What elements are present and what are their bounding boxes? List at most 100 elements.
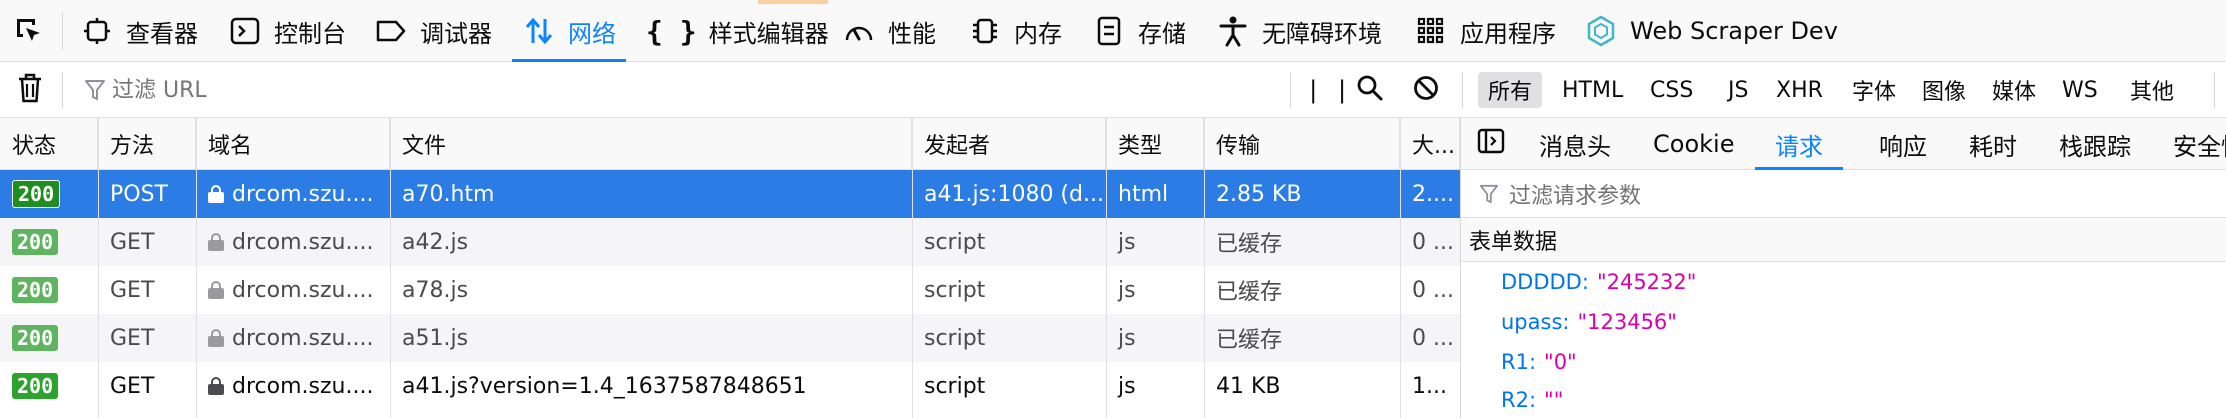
column-divider[interactable] [912,118,913,418]
lock-icon [208,185,224,203]
details-tab-response[interactable]: 响应 [1879,118,1927,170]
cell-domain: drcom.szu.... [196,314,390,362]
column-divider[interactable] [1106,118,1107,418]
cell-size: 2.... [1412,181,1454,207]
table-row[interactable]: 200 GET drcom.szu.... a41.js?version=1.4_16… [0,362,1460,410]
toggle-sidebar-button[interactable] [1477,118,1505,170]
memory-chip-icon [968,14,1002,48]
type-filter-html[interactable]: HTML [1552,72,1633,108]
element-picker-button[interactable] [12,0,58,62]
tab-storage-label: 存储 [1138,19,1186,48]
url-filter-input[interactable] [112,62,1262,118]
cell-file: a41.js?version=1.4_1637587848651 [402,373,807,399]
type-filter-media[interactable]: 媒体 [1982,72,2046,108]
trash-icon [16,72,44,108]
tab-debugger[interactable]: 调试器 [374,0,492,62]
filter-separator [62,72,63,108]
status-badge: 200 [12,180,61,208]
tab-accessibility[interactable]: 无障碍环境 [1216,0,1382,62]
form-param-key: upass: [1501,310,1570,334]
type-filter-css[interactable]: CSS [1640,72,1703,108]
tab-web-scraper-dev[interactable]: Web Scraper Dev [1584,0,1838,62]
column-divider[interactable] [1204,118,1205,418]
column-type[interactable]: 类型 [1106,118,1204,170]
cell-file: a42.js [402,229,469,255]
tab-console-label: 控制台 [274,19,346,48]
form-param-key: DDDDD: [1501,270,1589,294]
column-transferred[interactable]: 传输 [1204,118,1400,170]
column-domain[interactable]: 域名 [196,118,390,170]
filter-separator [2214,72,2215,108]
request-params-filter[interactable]: 过滤请求参数 [1461,170,2226,218]
column-status[interactable]: 状态 [0,118,98,170]
status-badge: 200 [12,373,59,399]
column-divider[interactable] [196,118,197,418]
details-tab-headers[interactable]: 消息头 [1539,118,1611,170]
cell-size: 0 ... [1412,229,1454,255]
cell-type: js [1118,325,1136,351]
cell-transferred: 已缓存 [1216,328,1283,353]
column-size[interactable]: 大... [1400,118,1460,170]
element-picker-icon [12,14,46,48]
domain-text: drcom.szu.... [232,325,374,351]
search-icon [1356,74,1384,106]
type-filter-js[interactable]: JS [1718,72,1758,108]
cell-size: 0 ... [1412,325,1454,351]
table-row[interactable]: 200 GET drcom.szu.... a51.js script js 已缓存 0 ..… [0,314,1460,362]
table-row[interactable]: 200 GET drcom.szu.... a42.js script js 已缓存 0 ..… [0,218,1460,266]
type-filter-all[interactable]: 所有 [1478,72,1543,108]
tab-application-label: 应用程序 [1460,19,1556,48]
tab-console[interactable]: 控制台 [228,0,346,62]
type-filter-images[interactable]: 图像 [1912,72,1976,108]
cell-type: js [1118,277,1136,303]
cell-transferred: 已缓存 [1216,232,1283,257]
tab-memory[interactable]: 内存 [968,0,1062,62]
tab-application[interactable]: 应用程序 [1414,0,1556,62]
lock-icon [208,329,224,347]
column-divider[interactable] [98,118,99,418]
cell-file: a78.js [402,277,469,303]
domain-text: drcom.szu.... [232,373,374,399]
clear-requests-button[interactable] [16,72,44,108]
filter-separator [1290,72,1291,108]
type-filter-other[interactable]: 其他 [2120,72,2184,108]
tab-style-editor[interactable]: { } 样式编辑器 [646,0,829,62]
cell-domain: drcom.szu.... [196,266,390,314]
tab-storage[interactable]: 存储 [1092,0,1186,62]
table-row[interactable]: 200 GET drcom.szu.... a78.js script js 已缓存 0 ..… [0,266,1460,314]
block-requests-button[interactable] [1412,72,1440,108]
type-filter-xhr[interactable]: XHR [1766,72,1833,108]
search-button[interactable] [1356,72,1384,108]
pause-icon[interactable]: | | [1306,72,1349,108]
column-method[interactable]: 方法 [98,118,196,170]
tab-performance[interactable]: 性能 [842,0,936,62]
column-divider[interactable] [390,118,391,418]
form-data-section-header[interactable]: 表单数据 [1461,218,2226,262]
form-param-value: "245232" [1596,270,1697,294]
type-filter-fonts[interactable]: 字体 [1842,72,1906,108]
cell-status: 200 [0,314,98,362]
block-icon [1412,74,1440,106]
cell-method: POST [110,181,168,207]
type-filter-ws[interactable]: WS [2052,72,2108,108]
column-file[interactable]: 文件 [390,118,912,170]
cell-initiator: script [924,229,986,255]
column-initiator[interactable]: 发起者 [912,118,1106,170]
cell-transferred: 2.85 KB [1216,181,1302,207]
details-tab-cookies[interactable]: Cookie [1653,118,1734,170]
request-params-filter-placeholder: 过滤请求参数 [1509,183,1642,209]
lock-icon [208,233,224,251]
cell-file: a51.js [402,325,469,351]
cell-status: 200 [0,218,98,266]
column-divider[interactable] [1400,118,1401,418]
table-row[interactable]: 200 POST drcom.szu.... a70.htm a41.js:1080 (… [0,170,1460,218]
details-tab-request[interactable]: 请求 [1755,118,1843,170]
cell-type: html [1118,181,1169,207]
details-tab-stack-trace[interactable]: 栈跟踪 [2059,118,2131,170]
performance-gauge-icon [842,14,876,48]
tab-inspector[interactable]: 查看器 [80,0,198,62]
devtools-toolbar: 查看器 控制台 调试器 网络 { } 样式编辑器 性能 内存 存储 无障碍环境 … [0,0,2226,62]
details-tab-timings[interactable]: 耗时 [1969,118,2017,170]
details-tab-security[interactable]: 安全性 [2173,118,2226,170]
tab-network[interactable]: 网络 [512,0,626,62]
